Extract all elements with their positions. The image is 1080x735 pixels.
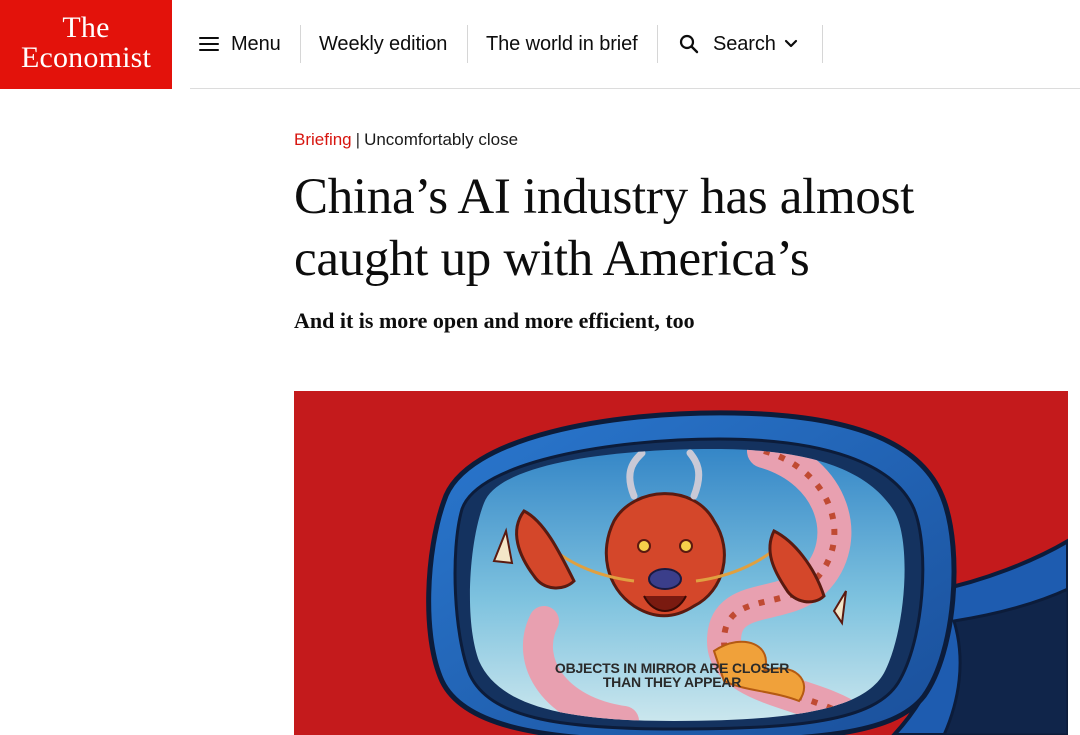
search-label: Search — [713, 32, 776, 55]
weekly-edition-label: Weekly edition — [319, 32, 448, 55]
world-in-brief-link[interactable]: The world in brief — [486, 25, 638, 63]
fly-title: Uncomfortably close — [364, 130, 519, 149]
nav-divider — [657, 25, 658, 63]
mirror-warning-line-2: THAN THEY APPEAR — [603, 674, 741, 690]
article-kicker: Briefing | Uncomfortably close — [294, 128, 518, 152]
article-headline: China’s AI industry has almost caught up… — [294, 169, 914, 287]
top-navigation: Menu Weekly edition The world in brief S… — [172, 0, 1080, 89]
menu-button[interactable]: Menu — [199, 25, 281, 63]
hamburger-icon — [199, 36, 219, 52]
world-in-brief-label: The world in brief — [486, 32, 638, 55]
economist-logo[interactable]: The Economist — [0, 0, 172, 89]
search-icon — [679, 34, 699, 54]
logo-line-2: Economist — [20, 41, 152, 74]
mirror-illustration: OBJECTS IN MIRROR ARE CLOSER THAN THEY A… — [294, 391, 1068, 735]
article-subheadline: And it is more open and more efficient, … — [294, 308, 695, 333]
kicker-separator: | — [355, 130, 361, 149]
logo-line-1: The — [62, 11, 110, 44]
header-rule — [190, 88, 1080, 89]
menu-label: Menu — [231, 32, 281, 55]
section-link[interactable]: Briefing — [294, 130, 352, 149]
nav-divider — [467, 25, 468, 63]
search-button[interactable]: Search — [679, 25, 798, 63]
chevron-down-icon — [784, 39, 798, 49]
nav-divider — [300, 25, 301, 63]
nav-divider — [822, 25, 823, 63]
weekly-edition-link[interactable]: Weekly edition — [319, 25, 447, 63]
lead-image: OBJECTS IN MIRROR ARE CLOSER THAN THEY A… — [294, 391, 1068, 735]
